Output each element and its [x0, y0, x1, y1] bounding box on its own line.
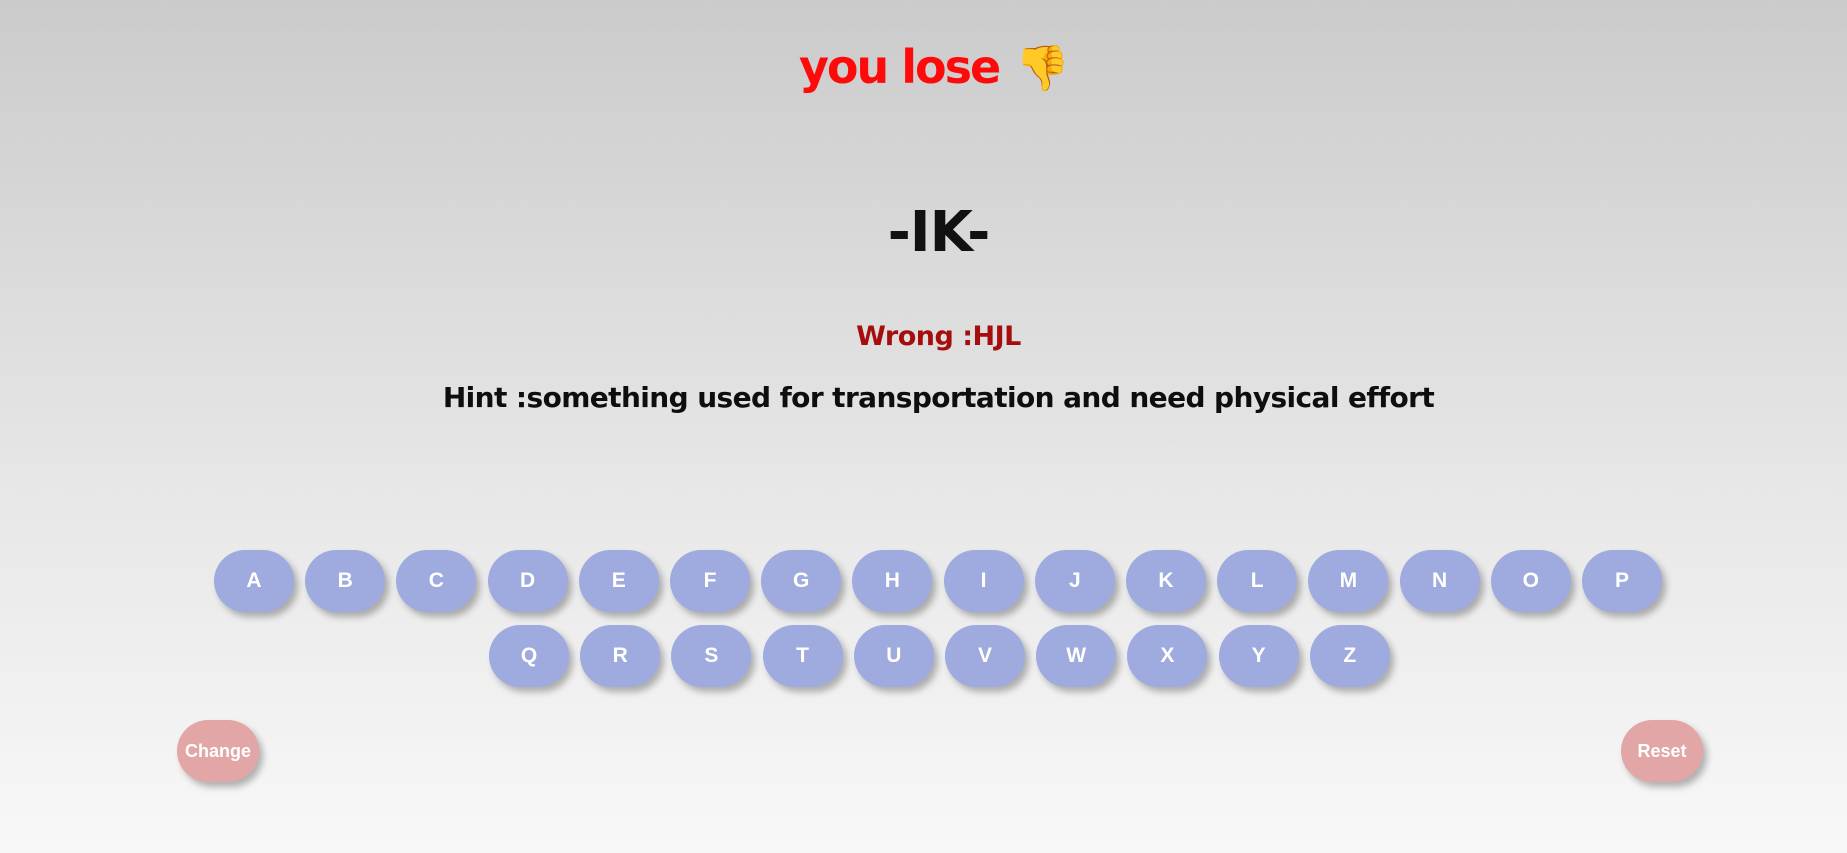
key-y[interactable]: Y — [1218, 625, 1299, 687]
key-u[interactable]: U — [853, 625, 934, 687]
key-x[interactable]: X — [1127, 625, 1208, 687]
key-l[interactable]: L — [1217, 550, 1298, 612]
key-h[interactable]: H — [852, 550, 933, 612]
key-p[interactable]: P — [1582, 550, 1662, 612]
thumbs-down-icon: 👎 — [1015, 43, 1070, 94]
key-z[interactable]: Z — [1309, 625, 1390, 687]
reset-button[interactable]: Reset — [1621, 720, 1703, 782]
key-k[interactable]: K — [1126, 550, 1206, 612]
key-t[interactable]: T — [762, 625, 843, 687]
key-v[interactable]: V — [945, 625, 1025, 687]
word-display: -IK- — [887, 200, 991, 265]
key-n[interactable]: N — [1399, 550, 1480, 612]
key-w[interactable]: W — [1036, 625, 1117, 687]
key-b[interactable]: B — [305, 550, 386, 612]
key-q[interactable]: Q — [489, 625, 569, 687]
key-c[interactable]: C — [396, 550, 477, 612]
key-d[interactable]: D — [487, 550, 568, 612]
hint-text: Hint :something used for transportation … — [442, 381, 1435, 414]
key-s[interactable]: S — [671, 625, 752, 687]
status-text: you lose — [798, 40, 1001, 94]
key-o[interactable]: O — [1490, 550, 1571, 612]
wrong-letters: Wrong :HJL — [856, 321, 1021, 352]
key-m[interactable]: M — [1308, 550, 1389, 612]
key-e[interactable]: E — [578, 550, 659, 612]
change-button[interactable]: Change — [177, 720, 259, 782]
game-status: you lose 👎 — [0, 40, 1847, 94]
key-j[interactable]: J — [1034, 550, 1115, 612]
key-r[interactable]: R — [580, 625, 661, 687]
key-g[interactable]: G — [761, 550, 842, 612]
key-i[interactable]: I — [943, 550, 1024, 612]
key-a[interactable]: A — [214, 550, 294, 612]
key-f[interactable]: F — [670, 550, 750, 612]
